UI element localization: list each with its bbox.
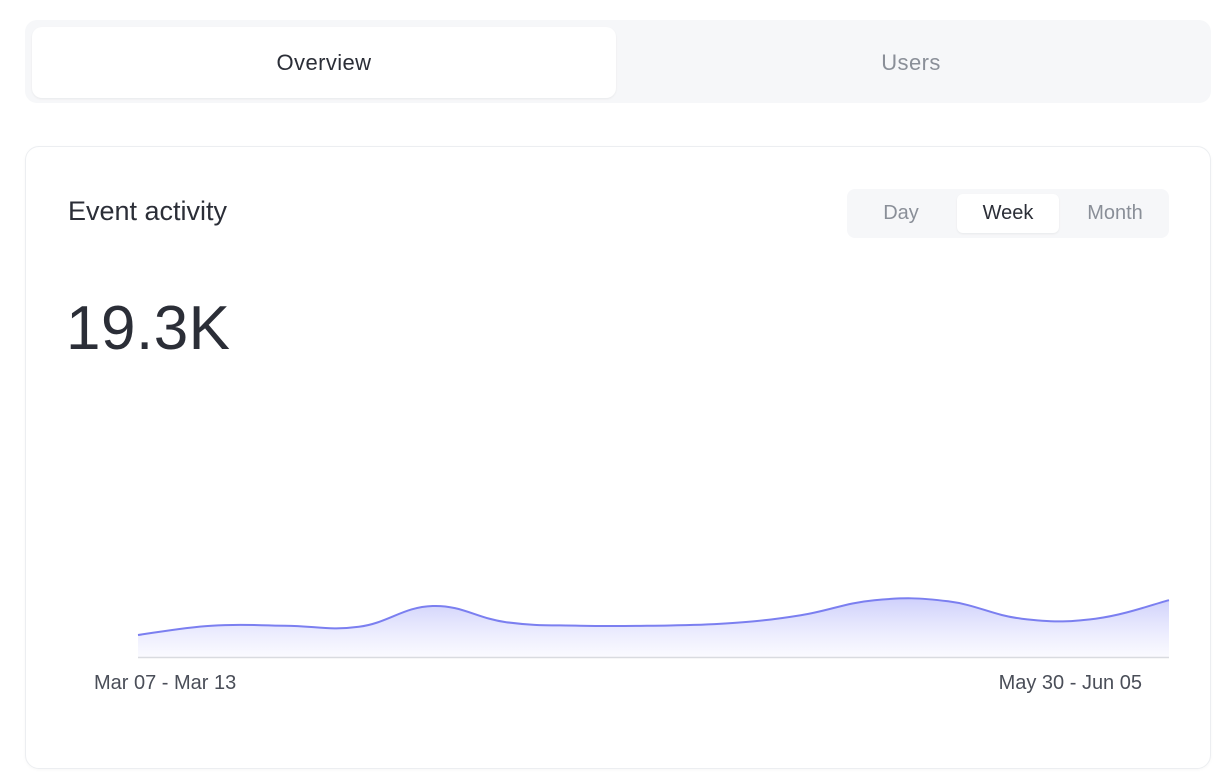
data-point-7 [651,623,657,629]
data-point-8 [724,620,730,626]
data-point-12 [1019,616,1025,622]
data-point-10 [871,597,877,603]
event-activity-card: Event activity Day Week Month 19.3K Mar … [25,146,1211,769]
data-point-5 [503,619,509,625]
data-point-4 [430,603,436,609]
tab-users[interactable]: Users [618,27,1204,98]
data-point-1 [209,623,215,629]
data-point-0 [135,632,141,638]
event-activity-chart: Mar 07 - Mar 13 May 30 - Jun 05 [94,597,1172,694]
tab-overview[interactable]: Overview [32,27,616,98]
data-point-14 [1166,597,1172,603]
data-point-13 [1092,616,1098,622]
data-point-11 [945,598,951,604]
data-point-9 [798,612,804,618]
data-point-2 [282,623,288,629]
data-point-6 [577,623,583,629]
x-axis-label-end: May 30 - Jun 05 [999,672,1142,694]
data-point-3 [356,624,362,630]
tab-bar: Overview Users [25,20,1211,103]
x-axis-label-start: Mar 07 - Mar 13 [94,672,236,694]
